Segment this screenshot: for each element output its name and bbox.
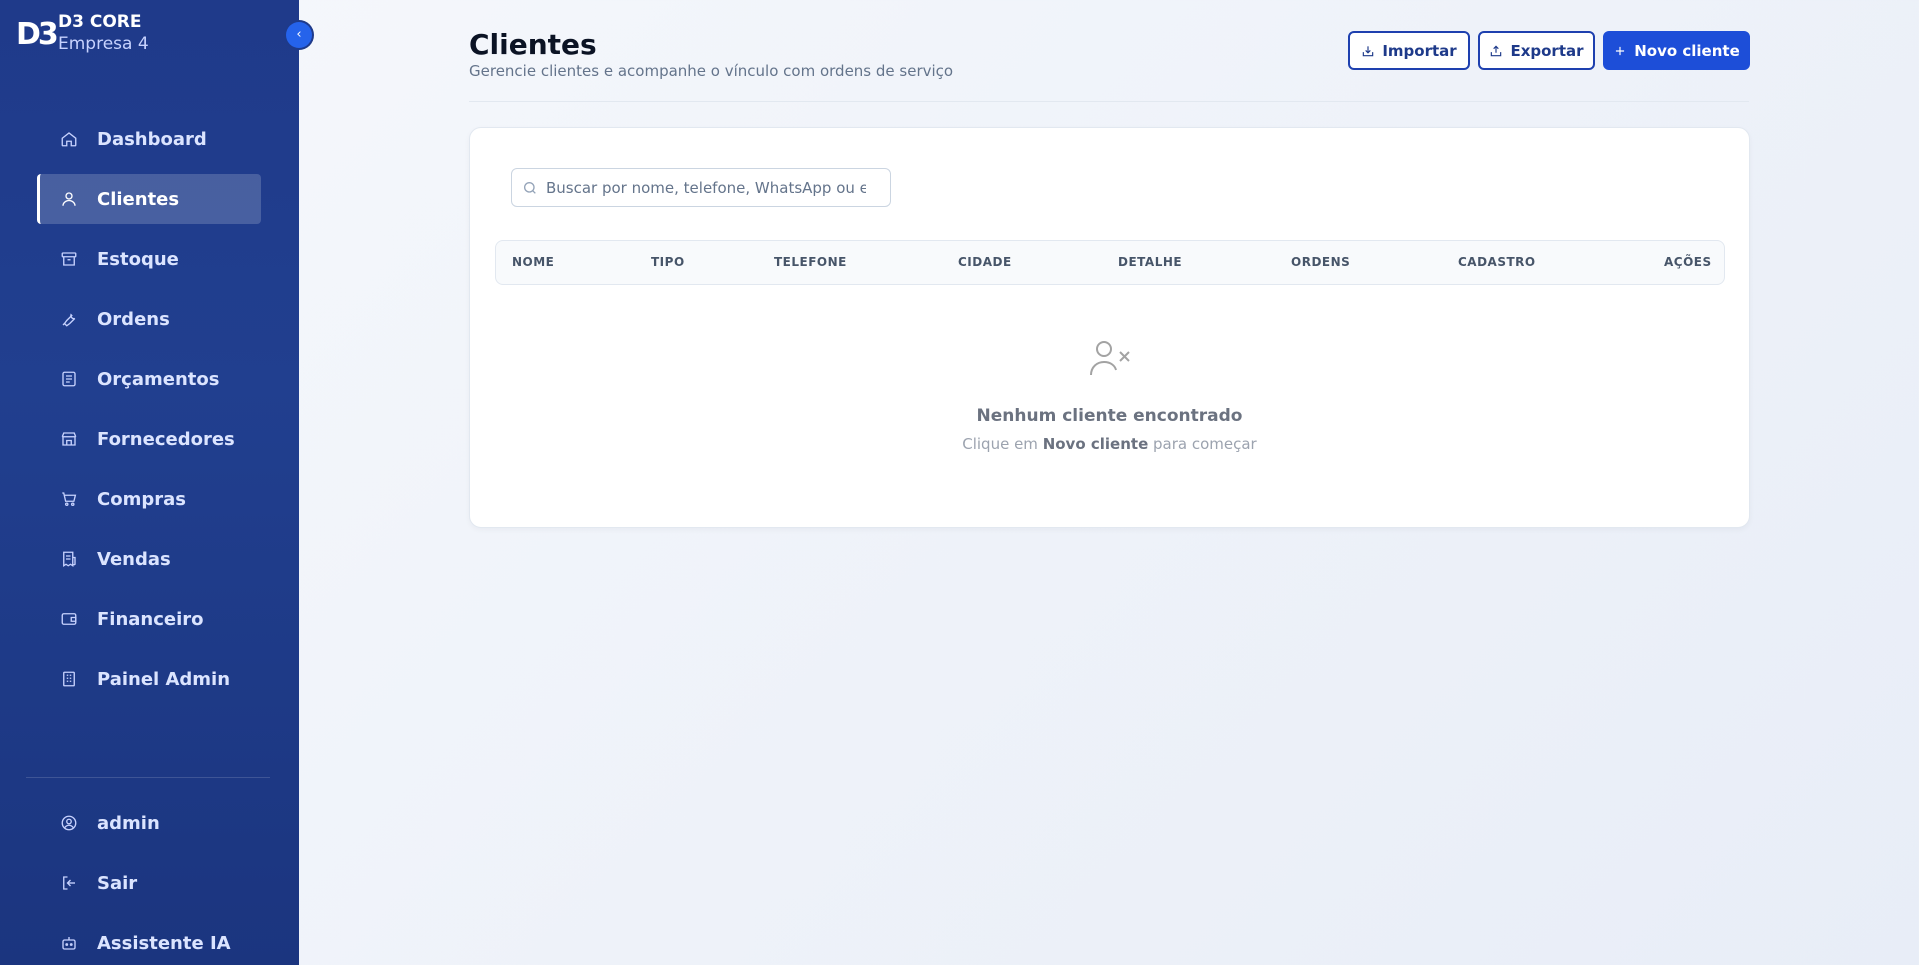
sidebar-item-vendas[interactable]: Vendas (37, 534, 261, 584)
page-subtitle: Gerencie clientes e acompanhe o vínculo … (469, 62, 954, 80)
search-box[interactable] (511, 168, 891, 207)
wallet-icon (59, 609, 79, 629)
brand[interactable]: D3 D3 CORE Empresa 4 (16, 12, 149, 56)
sidebar-item-label: Compras (97, 488, 186, 510)
search-icon (524, 181, 536, 194)
sidebar-item-label: Sair (97, 872, 138, 894)
sidebar-item-label: admin (97, 812, 160, 834)
sidebar-item-label: Ordens (97, 308, 170, 330)
import-icon (1363, 45, 1374, 56)
empty-state-title: Nenhum cliente encontrado (976, 406, 1243, 426)
user-icon (59, 189, 79, 209)
header-divider (469, 101, 1749, 102)
import-button[interactable]: Importar (1348, 31, 1470, 70)
column-header-ordens[interactable]: ORDENS (1291, 255, 1350, 269)
column-header-telefone[interactable]: TELEFONE (774, 255, 847, 269)
sidebar-item-painel-admin[interactable]: Painel Admin (37, 654, 261, 704)
sidebar-item-dashboard[interactable]: Dashboard (37, 114, 261, 164)
page-title: Clientes (469, 28, 597, 61)
export-icon (1491, 45, 1502, 56)
user-x-icon (1088, 338, 1132, 378)
plus-icon (1616, 46, 1625, 55)
sidebar-item-estoque[interactable]: Estoque (37, 234, 261, 284)
sidebar-item-label: Dashboard (97, 128, 207, 150)
import-button-label: Importar (1382, 41, 1457, 60)
store-icon (59, 429, 79, 449)
sidebar-item-label: Vendas (97, 548, 171, 570)
table-header: NOME TIPO TELEFONE CIDADE DETALHE ORDENS… (495, 240, 1725, 285)
sidebar-item-sair[interactable]: Sair (37, 858, 261, 908)
column-header-tipo[interactable]: TIPO (651, 255, 685, 269)
bot-icon (59, 933, 79, 953)
new-client-button-label: Novo cliente (1634, 41, 1740, 60)
receipt-icon (59, 549, 79, 569)
sidebar-item-label: Painel Admin (97, 668, 231, 690)
brand-name: D3 CORE (58, 12, 142, 32)
sidebar-item-label: Estoque (97, 248, 179, 270)
sidebar-item-orcamentos[interactable]: Orçamentos (37, 354, 261, 404)
sidebar-item-financeiro[interactable]: Financeiro (37, 594, 261, 644)
export-button[interactable]: Exportar (1478, 31, 1595, 70)
sidebar-item-label: Financeiro (97, 608, 204, 630)
column-header-detalhe[interactable]: DETALHE (1118, 255, 1182, 269)
sidebar: D3 D3 CORE Empresa 4 Dashboard Clientes … (0, 0, 299, 965)
search-input[interactable] (546, 178, 866, 197)
sidebar-item-clientes[interactable]: Clientes (37, 174, 261, 224)
column-header-cidade[interactable]: CIDADE (958, 255, 1012, 269)
new-client-button[interactable]: Novo cliente (1603, 31, 1750, 70)
sidebar-item-admin[interactable]: admin (37, 798, 261, 848)
sidebar-item-ordens[interactable]: Ordens (37, 294, 261, 344)
empty-hint-suffix: para começar (1148, 435, 1257, 453)
cart-icon (59, 489, 79, 509)
sidebar-collapse-button[interactable]: ‹ (286, 22, 312, 48)
column-header-acoes: AÇÕES (1664, 255, 1712, 269)
archive-icon (59, 249, 79, 269)
sidebar-item-label: Assistente IA (97, 932, 231, 954)
logout-icon (59, 873, 79, 893)
sidebar-item-compras[interactable]: Compras (37, 474, 261, 524)
clients-card: NOME TIPO TELEFONE CIDADE DETALHE ORDENS… (469, 127, 1750, 528)
column-header-nome[interactable]: NOME (512, 255, 554, 269)
sidebar-item-assistente-ia[interactable]: Assistente IA (37, 918, 261, 965)
sidebar-item-fornecedores[interactable]: Fornecedores (37, 414, 261, 464)
building-icon (59, 669, 79, 689)
wrench-icon (59, 309, 79, 329)
sidebar-divider (26, 777, 270, 778)
company-name: Empresa 4 (58, 34, 149, 54)
user-circle-icon (59, 813, 79, 833)
export-button-label: Exportar (1510, 41, 1584, 60)
home-icon (59, 129, 79, 149)
column-header-cadastro[interactable]: CADASTRO (1458, 255, 1536, 269)
sidebar-nav: Dashboard Clientes Estoque Ordens Orçame… (37, 114, 261, 714)
sidebar-item-label: Orçamentos (97, 368, 220, 390)
brand-logo: D3 (16, 16, 59, 52)
empty-state-hint: Clique em Novo cliente para começar (470, 435, 1749, 453)
sidebar-item-label: Fornecedores (97, 428, 235, 450)
list-icon (59, 369, 79, 389)
sidebar-bottom-nav: admin Sair Assistente IA (37, 798, 261, 965)
sidebar-item-label: Clientes (97, 188, 180, 210)
empty-hint-bold: Novo cliente (1042, 435, 1149, 453)
empty-hint-prefix: Clique em (962, 435, 1043, 453)
